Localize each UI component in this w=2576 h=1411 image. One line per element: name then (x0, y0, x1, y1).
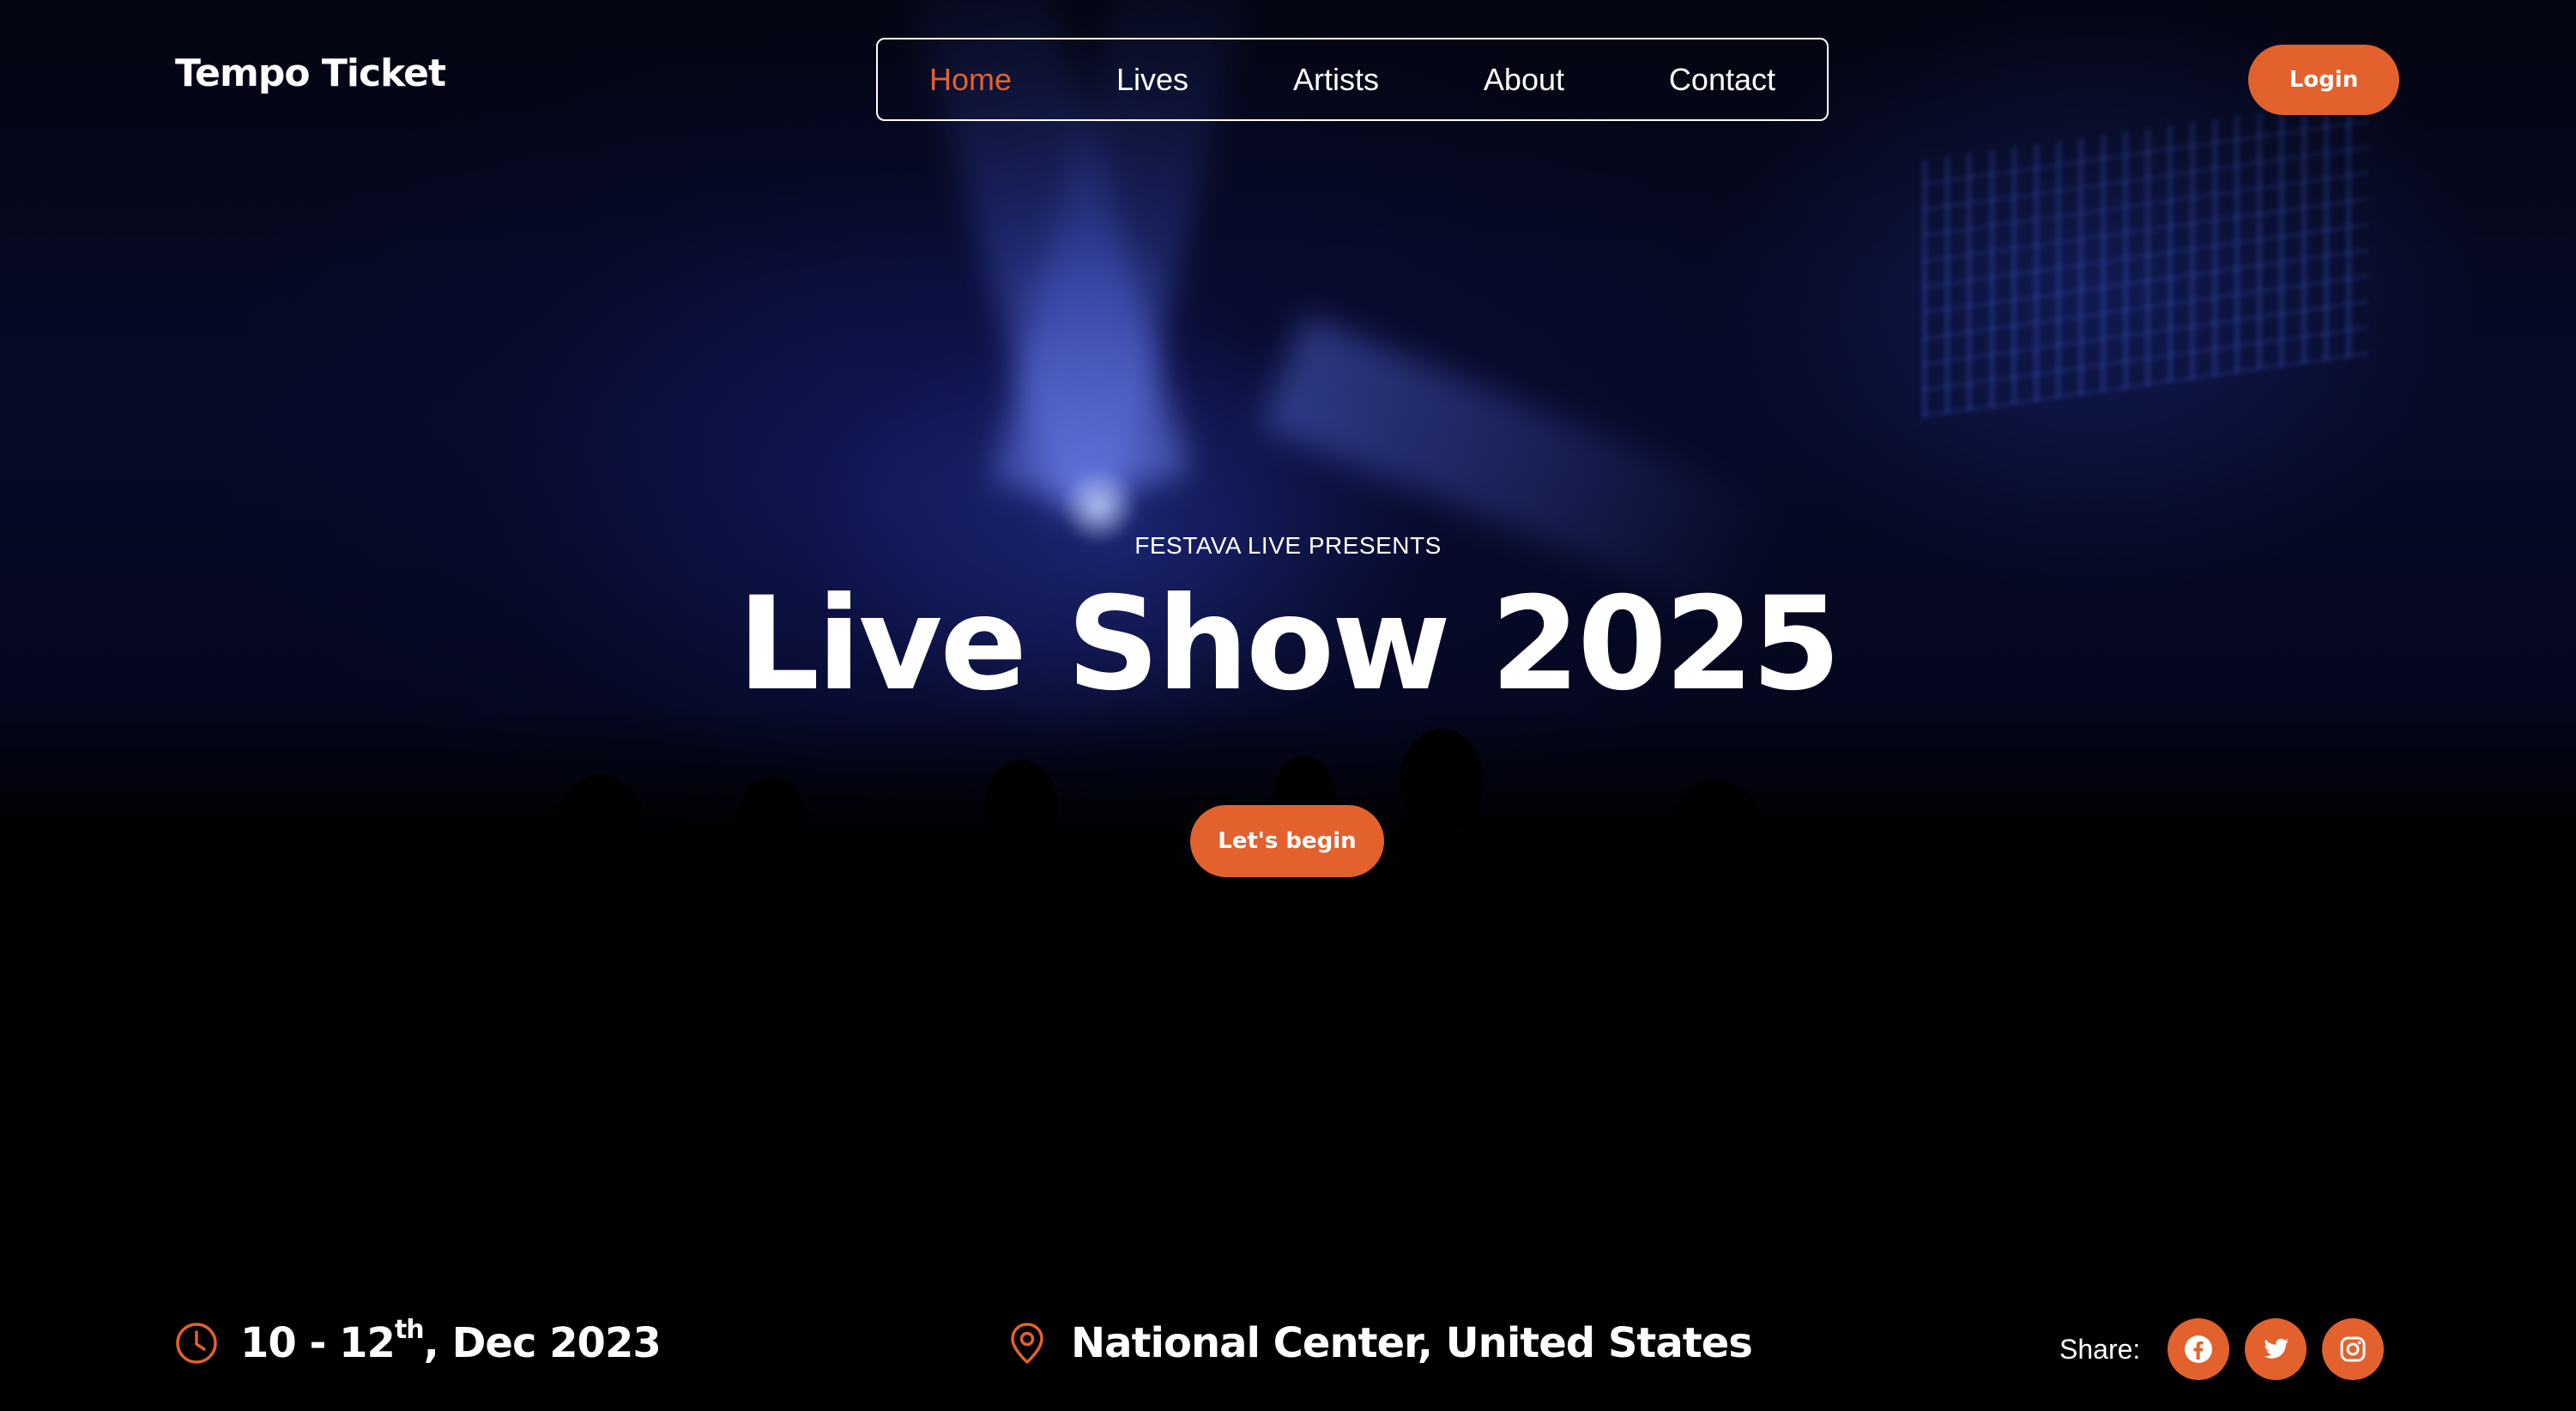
event-date-rest: , Dec 2023 (423, 1319, 662, 1367)
instagram-icon[interactable] (2322, 1318, 2385, 1380)
hero-title: Live Show 2025 (737, 570, 1841, 719)
event-date: 10 - 12th, Dec 2023 (175, 1313, 662, 1373)
brand-logo[interactable]: Tempo Ticket (175, 51, 446, 95)
share-label: Share: (2059, 1333, 2141, 1365)
twitter-icon[interactable] (2245, 1318, 2307, 1380)
nav-item-contact[interactable]: Contact (1669, 62, 1775, 98)
lets-begin-button[interactable]: Let's begin (1190, 805, 1384, 877)
map-pin-icon (1006, 1322, 1049, 1365)
main-nav: Home Lives Artists About Contact (876, 38, 1829, 121)
hero-section: FESTAVA LIVE PRESENTS Live Show 2025 (0, 532, 2576, 718)
facebook-icon[interactable] (2168, 1318, 2230, 1380)
clock-icon (175, 1322, 218, 1365)
event-venue-text: National Center, United States (1071, 1319, 1753, 1367)
nav-item-artists[interactable]: Artists (1293, 62, 1379, 98)
event-date-text: 10 - 12th, Dec 2023 (240, 1317, 662, 1368)
login-button[interactable]: Login (2248, 45, 2399, 115)
event-date-suffix: th (394, 1315, 425, 1345)
nav-item-lives[interactable]: Lives (1116, 62, 1188, 98)
share-bar: Share: (2059, 1318, 2385, 1380)
event-date-range: 10 - 12 (240, 1319, 396, 1367)
hero-eyebrow: FESTAVA LIVE PRESENTS (1134, 532, 1442, 559)
nav-item-about[interactable]: About (1484, 62, 1564, 98)
page: Tempo Ticket Home Lives Artists About Co… (0, 0, 2576, 1411)
nav-item-home[interactable]: Home (929, 62, 1012, 98)
event-venue: National Center, United States (1006, 1313, 1753, 1373)
